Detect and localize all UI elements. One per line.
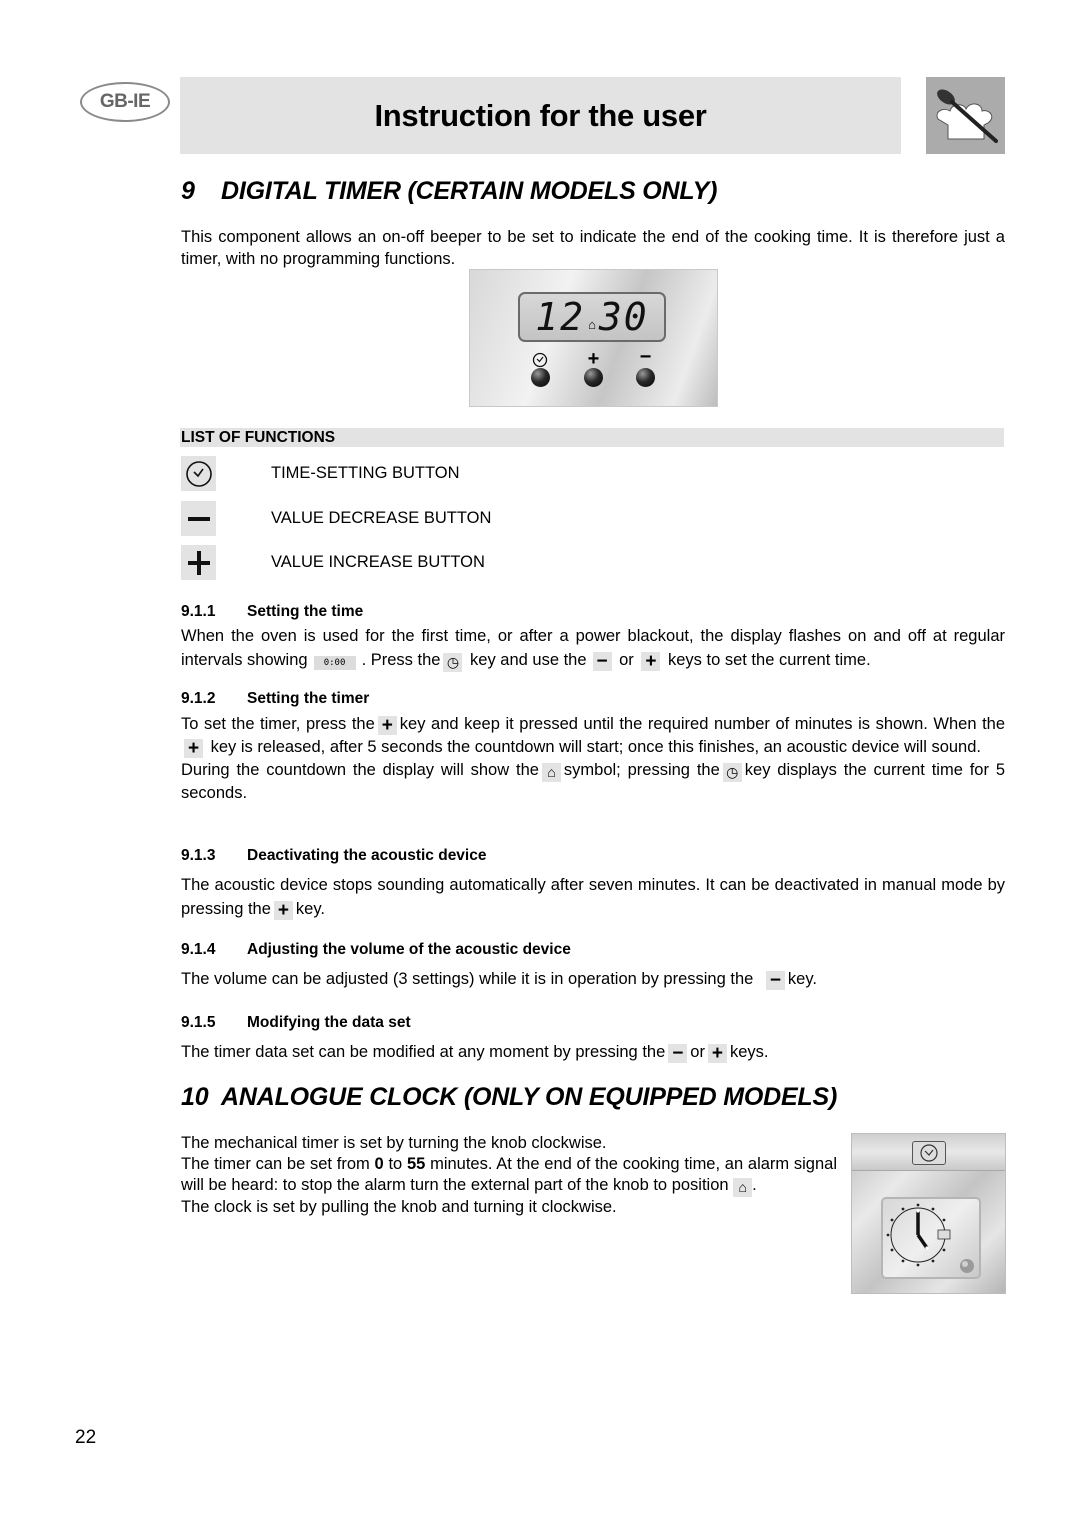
section-number: 9: [181, 177, 195, 205]
logo-text: GB-IE: [99, 91, 151, 112]
minus-knob: [636, 368, 655, 387]
text-span: During the countdown the display will sh…: [181, 761, 539, 779]
display-minutes: 30: [598, 295, 649, 339]
text-span: symbol; pressing the: [563, 761, 720, 779]
subsection-heading: 9.1.4 Adjusting the volume of the acousti…: [181, 941, 571, 959]
page-number: 22: [75, 1427, 97, 1448]
clock-face-frame: [881, 1197, 981, 1279]
subsection-9-1-2-text: To set the timer, press the + key and keep…: [181, 713, 1005, 805]
lcd-display: 12 ⌂ 30: [518, 292, 666, 342]
text-span: key and keep it pressed until the requir…: [399, 715, 1006, 733]
section-9-title: 9 DIGITAL TIMER (CERTAIN MODELS ONLY): [181, 177, 717, 206]
section-heading: DIGITAL TIMER (CERTAIN MODELS ONLY): [221, 177, 718, 205]
text-span: keys to set the current time.: [667, 651, 871, 669]
plus-icon: +: [273, 901, 293, 920]
subsection-heading: 9.1.5 Modifying the data set: [181, 1014, 411, 1032]
text-span: key.: [787, 970, 817, 988]
list-item-label: VALUE DECREASE BUTTON: [271, 509, 492, 527]
text-span: keys.: [729, 1043, 769, 1061]
minus-icon: [181, 501, 216, 536]
subsection-number: 9.1.4: [181, 941, 216, 958]
subsection-title: Deactivating the acoustic device: [247, 847, 487, 864]
minus-icon: −: [668, 1044, 688, 1063]
page-title: Instruction for the user: [374, 97, 707, 133]
subsection-heading: 9.1.1 Setting the time: [181, 603, 363, 621]
time-setting-knob: [531, 368, 550, 387]
subsection-number: 9.1.5: [181, 1014, 216, 1031]
plus-knob: [584, 368, 603, 387]
subsection-title: Adjusting the volume of the acoustic dev…: [247, 941, 571, 958]
text-span: or: [690, 1043, 705, 1061]
section-9-intro: This component allows an on-off beeper t…: [181, 228, 1005, 268]
analogue-clock-panel-image: [851, 1133, 1006, 1294]
list-item-label: TIME-SETTING BUTTON: [271, 464, 460, 482]
text-span: or: [619, 651, 634, 669]
min-minutes: 0: [374, 1155, 384, 1173]
clock-icon: ◷: [722, 763, 742, 782]
display-hours: 12: [535, 295, 586, 339]
max-minutes: 55: [406, 1155, 426, 1173]
list-item-label: VALUE INCREASE BUTTON: [271, 553, 485, 571]
subsection-number: 9.1.3: [181, 847, 216, 864]
subsection-9-1-5-text: The timer data set can be modified at an…: [181, 1042, 1005, 1064]
subsection-title: Setting the timer: [247, 690, 370, 707]
text-span: .: [752, 1176, 757, 1194]
bell-icon: ⌂: [541, 763, 561, 782]
bell-icon: ⌂: [588, 316, 596, 332]
minus-icon: −: [765, 971, 785, 990]
plus-icon: [181, 545, 216, 580]
chef-hat-spoon-icon: [926, 77, 1005, 154]
subsection-number: 9.1.2: [181, 690, 216, 707]
minus-icon: −: [592, 652, 612, 671]
text-span: The timer data set can be modified at an…: [181, 1043, 666, 1061]
text-span: To set the timer, press the: [181, 715, 375, 733]
section-number: 10: [181, 1083, 209, 1111]
text-span: The clock is set by pulling the knob and…: [181, 1198, 617, 1216]
subsection-9-1-4-text: The volume can be adjusted (3 settings) …: [181, 969, 1005, 991]
section-10-title: 10 ANALOGUE CLOCK (ONLY ON EQUIPPED MODEL…: [181, 1083, 837, 1112]
clock-face-icon: [886, 1203, 974, 1273]
text-span: The mechanical timer is set by turning t…: [181, 1134, 607, 1152]
header-bar: Instruction for the user: [180, 77, 901, 154]
section-10-text: The mechanical timer is set by turning t…: [181, 1133, 837, 1218]
plus-icon: +: [707, 1044, 727, 1063]
minus-icon: −: [639, 346, 652, 368]
clock-icon: [912, 1141, 946, 1165]
list-of-functions-title: LIST OF FUNCTIONS: [181, 429, 336, 446]
text-span: The timer can be set from: [181, 1155, 370, 1173]
text-span: key is released, after 5 seconds the cou…: [210, 738, 981, 756]
subsection-number: 9.1.1: [181, 603, 216, 620]
display-000-icon: 0:00: [313, 656, 356, 670]
subsection-9-1-1-text: When the oven is used for the first time…: [181, 624, 1005, 672]
subsection-title: Setting the time: [247, 603, 364, 620]
digital-timer-panel-image: 12 ⌂ 30 + −: [469, 269, 718, 407]
subsection-heading: 9.1.2 Setting the timer: [181, 690, 369, 708]
plus-icon: +: [641, 652, 661, 671]
clock-icon: [181, 456, 216, 491]
text-span: . Press the: [361, 651, 441, 669]
clock-icon: ◷: [443, 653, 463, 672]
section-heading: ANALOGUE CLOCK (ONLY ON EQUIPPED MODELS): [221, 1083, 838, 1111]
brand-logo: GB-IE: [80, 82, 170, 122]
subsection-title: Modifying the data set: [247, 1014, 411, 1031]
subsection-heading: 9.1.3 Deactivating the acoustic device: [181, 847, 486, 865]
subsection-9-1-3-text: The acoustic device stops sounding autom…: [181, 873, 1005, 921]
list-of-functions-header: LIST OF FUNCTIONS: [180, 428, 1004, 447]
text-span: key and use the: [470, 651, 587, 669]
plus-icon: +: [184, 739, 203, 758]
plus-icon: +: [587, 348, 600, 370]
bell-crossed-icon: ⌂: [733, 1178, 753, 1197]
plus-icon: +: [377, 716, 397, 735]
text-span: The volume can be adjusted (3 settings) …: [181, 970, 754, 988]
text-span: key.: [295, 900, 325, 918]
text-span: to: [388, 1155, 403, 1173]
